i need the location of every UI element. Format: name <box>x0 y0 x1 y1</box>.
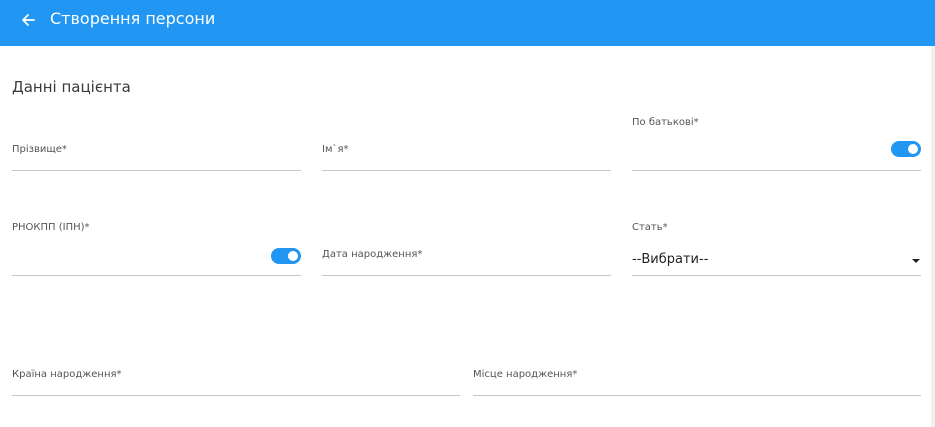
birth-country-field[interactable]: Країна народження* <box>12 360 460 396</box>
toggle-knob <box>908 144 918 154</box>
gender-select-value: --Вибрати-- <box>632 252 709 267</box>
back-button[interactable] <box>17 9 39 31</box>
birthdate-field[interactable]: Дата народження* <box>322 240 611 276</box>
surname-input[interactable] <box>12 142 301 171</box>
birthdate-input[interactable] <box>322 247 611 276</box>
gender-label: Стать* <box>632 222 668 233</box>
toggle-knob <box>288 251 298 261</box>
app-bar: Створення персони <box>0 0 935 46</box>
arrow-left-icon <box>22 14 35 26</box>
rnokpp-field[interactable]: РНОКПП (ІПН)* <box>12 214 301 276</box>
gender-select[interactable]: --Вибрати-- <box>632 247 921 276</box>
caret-down-icon <box>912 259 920 263</box>
patronymic-input[interactable] <box>632 142 921 171</box>
name-input[interactable] <box>322 142 611 171</box>
rnokpp-input[interactable] <box>12 247 301 276</box>
gender-field[interactable]: Стать* --Вибрати-- <box>632 214 921 276</box>
patronymic-toggle[interactable] <box>891 141 921 157</box>
rnokpp-label: РНОКПП (ІПН)* <box>12 222 90 233</box>
rnokpp-toggle[interactable] <box>271 248 301 264</box>
birth-country-input[interactable] <box>12 367 460 396</box>
birthplace-field[interactable]: Місце народження* <box>473 360 921 396</box>
birthplace-input[interactable] <box>473 367 921 396</box>
surname-field[interactable]: Прізвище* <box>12 135 301 171</box>
page-title: Створення персони <box>50 9 216 28</box>
name-field[interactable]: Ім`я* <box>322 135 611 171</box>
patronymic-label: По батькові* <box>632 117 699 128</box>
section-title: Данні пацієнта <box>12 78 131 96</box>
patronymic-field[interactable]: По батькові* <box>632 110 921 171</box>
scrollbar[interactable] <box>931 46 935 427</box>
